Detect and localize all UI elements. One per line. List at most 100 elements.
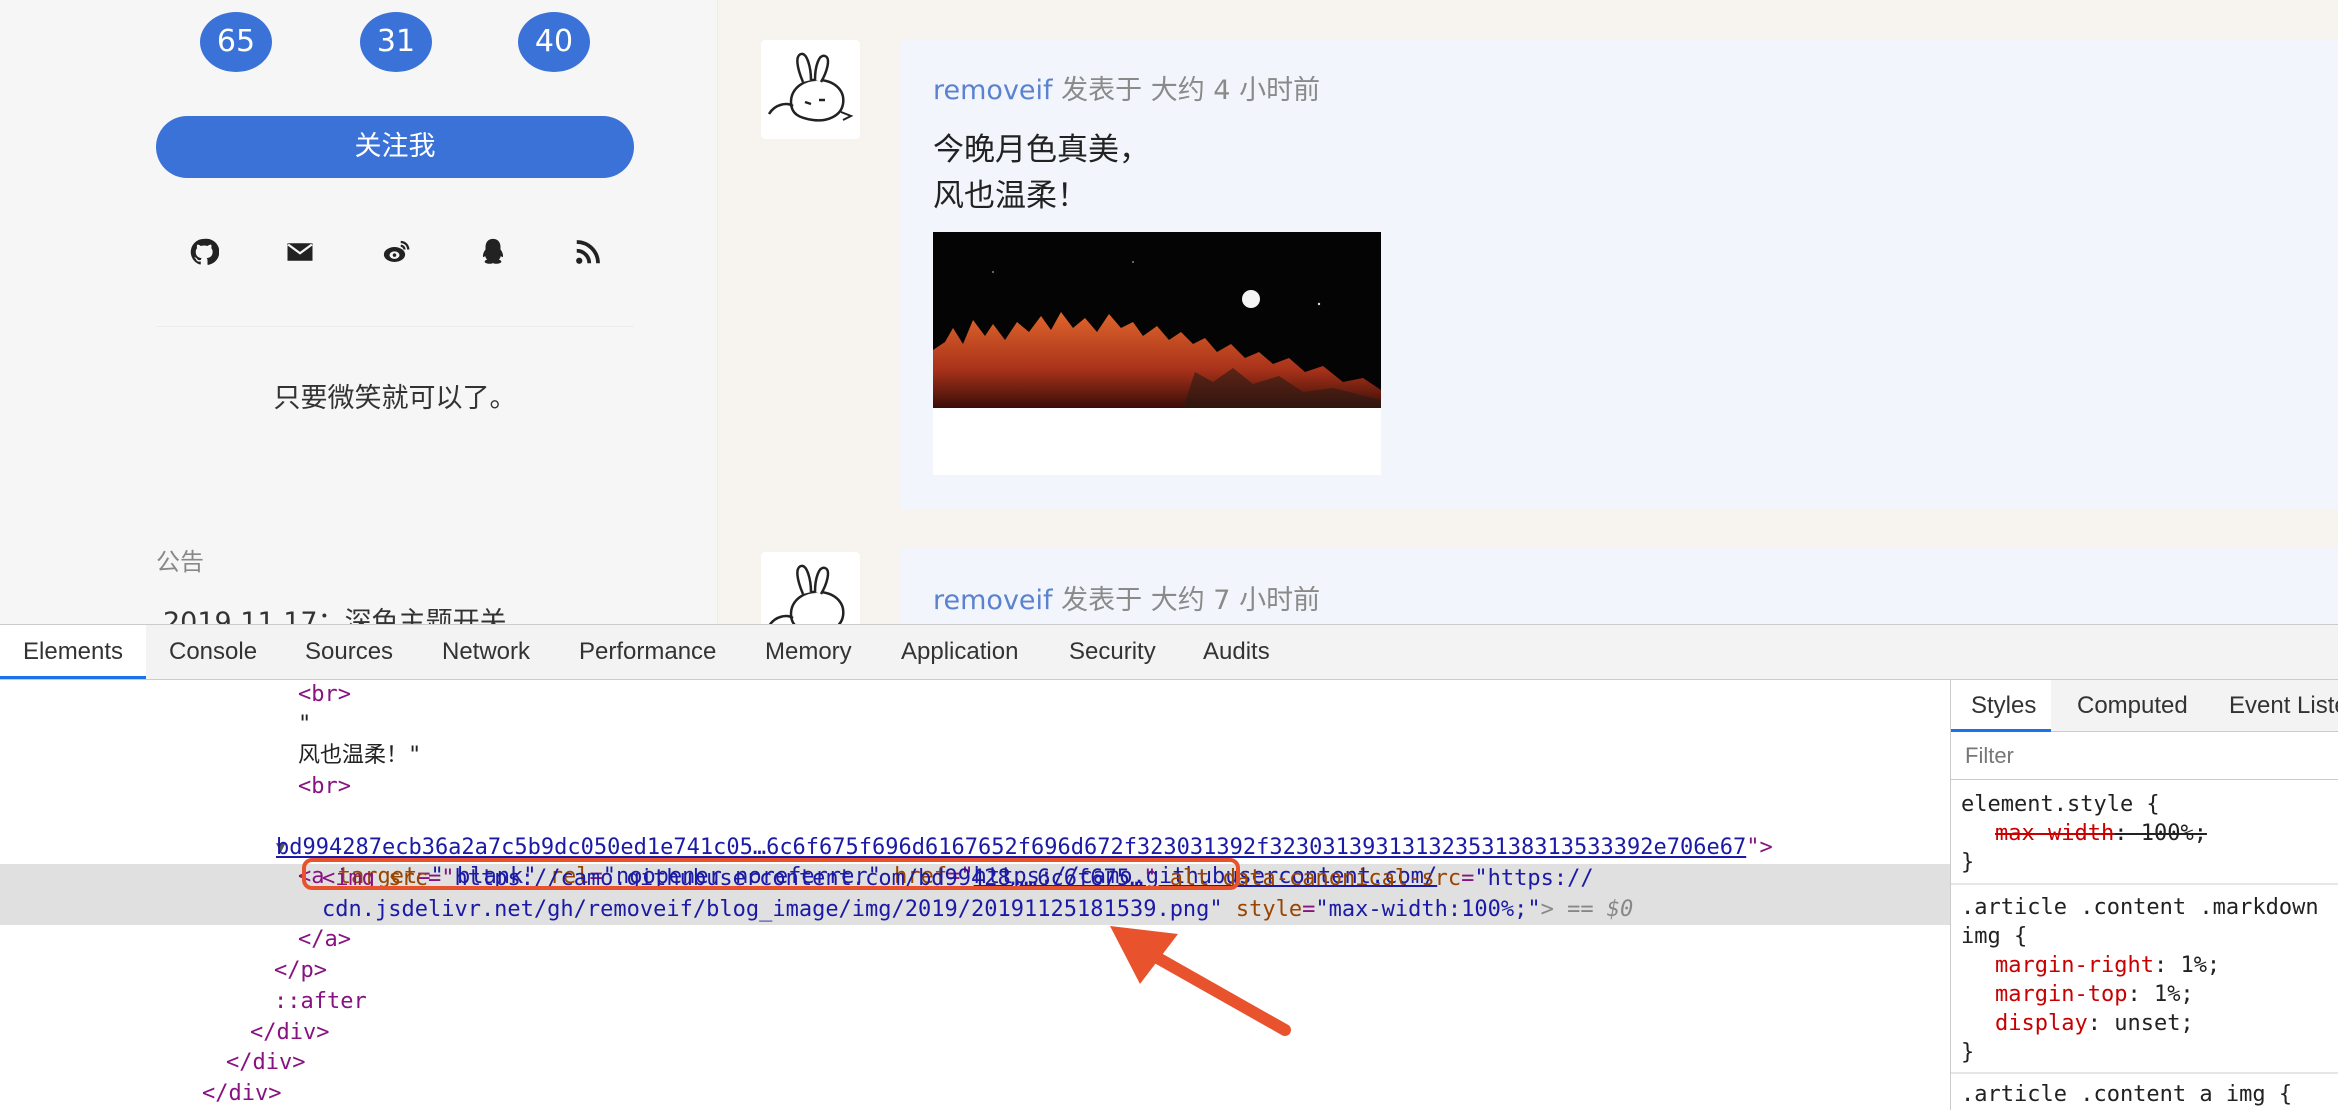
dom-tag: <img <box>322 866 375 891</box>
profile-motto: 只要微笑就可以了。 <box>273 383 517 414</box>
css-declaration[interactable]: display: unset; <box>1995 1009 2338 1038</box>
dom-tag: </p> <box>274 958 327 983</box>
styles-tabbar: Styles Computed Event Listeners <box>1951 680 2338 732</box>
tab-memory[interactable]: Memory <box>765 625 852 679</box>
css-value: : unset; <box>2087 1011 2194 1036</box>
css-value: : 1%; <box>2153 953 2221 978</box>
comment-card: removeif 发表于 大约 7 小时前 <box>900 548 2338 624</box>
dom-attr-value: cdn.jsdelivr.net/gh/removeif/blog_image/… <box>322 897 1223 922</box>
css-declaration[interactable]: max-width: 100%; <box>1995 819 2338 848</box>
dom-attr-name: data-canonical-src <box>1222 866 1462 891</box>
dom-tree: <br> " 风也温柔！" <br> ▼ <a target="_blank" … <box>0 680 1950 1110</box>
css-prop: margin-right <box>1995 953 2154 978</box>
qq-icon[interactable] <box>473 232 513 272</box>
dom-node[interactable]: </div> <box>0 1079 1950 1109</box>
comment-author[interactable]: removeif <box>933 585 1053 616</box>
dom-pseudo: ::after <box>274 989 367 1014</box>
dom-node-img-cont[interactable]: cdn.jsdelivr.net/gh/removeif/blog_image/… <box>0 895 1950 925</box>
screenshot-root: { "sidebar": { "counts": ["65", "31", "4… <box>0 0 2338 1110</box>
tab-security[interactable]: Security <box>1069 625 1156 679</box>
tab-sources[interactable]: Sources <box>305 625 393 679</box>
avatar[interactable] <box>761 40 860 139</box>
rabbit-avatar-icon <box>768 564 845 624</box>
dom-src-link[interactable]: https://camo.githubusercontent.com/bd994… <box>454 866 1143 891</box>
dom-tag: </div> <box>226 1050 306 1075</box>
tab-elements[interactable]: Elements <box>0 625 146 679</box>
tab-event-listeners[interactable]: Event Listeners <box>2229 680 2338 732</box>
css-selector[interactable]: .article .content .markdown <box>1961 893 2338 922</box>
categories-count-badge[interactable]: 31 <box>360 12 432 72</box>
avatar[interactable] <box>761 552 860 624</box>
css-prop: max-width <box>1995 821 2115 846</box>
rss-icon[interactable] <box>568 232 608 272</box>
dom-attr-value: "https:// <box>1474 866 1594 891</box>
dom-attr-name: style <box>1235 897 1303 922</box>
tags-count-badge[interactable]: 40 <box>518 12 590 72</box>
comment-text-line: 今晚月色真美， <box>933 132 1150 168</box>
dom-node[interactable]: </div> <box>0 1048 1950 1078</box>
tab-performance[interactable]: Performance <box>579 625 716 679</box>
css-value: : 100%; <box>2114 821 2207 846</box>
dom-node-anchor[interactable]: ▼ <a target="_blank" rel="noopener noref… <box>0 802 1950 889</box>
github-icon[interactable] <box>184 232 224 272</box>
dom-tag: "> <box>1746 835 1773 860</box>
mail-icon[interactable] <box>280 232 320 272</box>
annotation-arrow-icon <box>1110 926 1291 1036</box>
css-value: : 1%; <box>2127 982 2194 1007</box>
profile-sidebar: 65 31 40 关注我 只要微笑就可以了。 公告 2019.11.17：深色主… <box>0 0 718 624</box>
dom-attr-value: "max-width:100%;" <box>1315 897 1541 922</box>
dom-node-img[interactable]: <img src="https://camo.githubusercontent… <box>0 864 1950 894</box>
dom-tag: </div> <box>202 1081 282 1106</box>
dom-attr-name: alt <box>1169 866 1210 891</box>
blog-page: 65 31 40 关注我 只要微笑就可以了。 公告 2019.11.17：深色主… <box>0 0 2338 624</box>
css-prop: margin-top <box>1995 982 2128 1007</box>
dom-tag: </a> <box>298 927 351 952</box>
comment-time: 发表于 大约 7 小时前 <box>1061 585 1321 616</box>
posts-count-badge[interactable]: 65 <box>200 12 272 72</box>
devtools-tabbar: Elements Console Sources Network Perform… <box>0 624 2338 680</box>
follow-button[interactable]: 关注我 <box>156 116 634 178</box>
rule-divider <box>1951 1072 2338 1074</box>
dom-node[interactable]: </div> <box>0 1018 1950 1048</box>
rule-divider <box>1951 883 2338 885</box>
notice-item: 2019.11.17：深色主题开关 <box>163 607 507 624</box>
css-selector[interactable]: img { <box>1961 922 2338 951</box>
selected-node-marker: > == $0 <box>1540 897 1634 922</box>
css-declaration[interactable]: margin-top: 1%; <box>1995 980 2338 1009</box>
dom-tag: </div> <box>250 1020 330 1045</box>
dom-href-link[interactable]: bd994287ecb36a2a7c5b9dc050ed1e741c05…6c6… <box>276 835 1746 860</box>
dom-node[interactable]: ::after <box>0 987 1950 1017</box>
dom-node[interactable]: </a> <box>0 925 1950 955</box>
tab-computed[interactable]: Computed <box>2077 680 2188 732</box>
comment-card: removeif 发表于 大约 4 小时前 今晚月色真美， 风也温柔！ <box>900 40 2338 510</box>
css-prop: display <box>1995 1011 2088 1036</box>
dom-node[interactable]: </p> <box>0 956 1950 986</box>
dom-node-anchor-cont: bd994287ecb36a2a7c5b9dc050ed1e741c05…6c6… <box>0 833 1950 863</box>
dom-attr-name: src <box>388 866 428 891</box>
tab-network[interactable]: Network <box>442 625 530 679</box>
tab-console[interactable]: Console <box>169 625 257 679</box>
styles-pane: Styles Computed Event Listeners element.… <box>1950 680 2338 1110</box>
dom-text-node[interactable]: 风也温柔！" <box>0 741 1950 771</box>
tab-application[interactable]: Application <box>901 625 1018 679</box>
css-selector[interactable]: .article .content a img { <box>1961 1080 2338 1109</box>
dom-text: 风也温柔！" <box>298 743 422 768</box>
comment-image[interactable] <box>933 232 1381 475</box>
comment-meta: removeif 发表于 大约 4 小时前 <box>933 68 1320 107</box>
tab-styles[interactable]: Styles <box>1951 680 2051 732</box>
dom-tag: <br> <box>298 682 351 707</box>
dom-text-node[interactable]: " <box>0 710 1950 740</box>
tab-audits[interactable]: Audits <box>1203 625 1270 679</box>
css-declaration[interactable]: margin-right: 1%; <box>1995 951 2338 980</box>
filter-input[interactable] <box>1965 740 2325 772</box>
dom-node[interactable]: <br> <box>0 772 1950 802</box>
notice-heading: 公告 <box>156 548 204 576</box>
comment-author[interactable]: removeif <box>933 75 1053 106</box>
comment-text-line: 风也温柔！ <box>933 178 1088 214</box>
css-close-brace: } <box>1961 1040 1975 1065</box>
dom-tag: <br> <box>298 774 351 799</box>
css-selector[interactable]: element.style { <box>1961 790 2338 819</box>
comment-meta: removeif 发表于 大约 7 小时前 <box>933 578 1320 617</box>
weibo-icon[interactable] <box>377 232 417 272</box>
dom-node[interactable]: <br> <box>0 680 1950 710</box>
